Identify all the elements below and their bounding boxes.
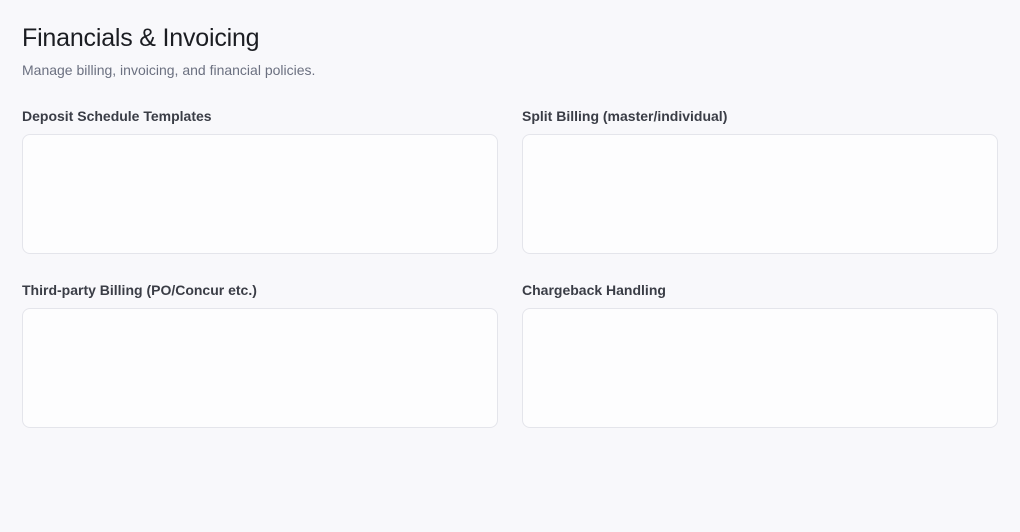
- third-party-billing-label: Third-party Billing (PO/Concur etc.): [22, 282, 257, 298]
- financials-page: Financials & Invoicing Manage billing, i…: [22, 22, 998, 428]
- deposit-schedule-field: Deposit Schedule Templates: [22, 106, 498, 254]
- split-billing-textarea[interactable]: [522, 134, 998, 254]
- chargeback-handling-field: Chargeback Handling: [522, 280, 998, 428]
- chargeback-handling-label: Chargeback Handling: [522, 282, 666, 298]
- third-party-billing-textarea[interactable]: [22, 308, 498, 428]
- page-title: Financials & Invoicing: [22, 24, 260, 52]
- chargeback-handling-textarea[interactable]: [522, 308, 998, 428]
- split-billing-field: Split Billing (master/individual): [522, 106, 998, 254]
- third-party-billing-field: Third-party Billing (PO/Concur etc.): [22, 280, 498, 428]
- deposit-schedule-label: Deposit Schedule Templates: [22, 108, 212, 124]
- deposit-schedule-textarea[interactable]: [22, 134, 498, 254]
- fields-grid: Deposit Schedule Templates Split Billing…: [22, 106, 998, 428]
- page-subtitle: Manage billing, invoicing, and financial…: [22, 62, 316, 78]
- split-billing-label: Split Billing (master/individual): [522, 108, 728, 124]
